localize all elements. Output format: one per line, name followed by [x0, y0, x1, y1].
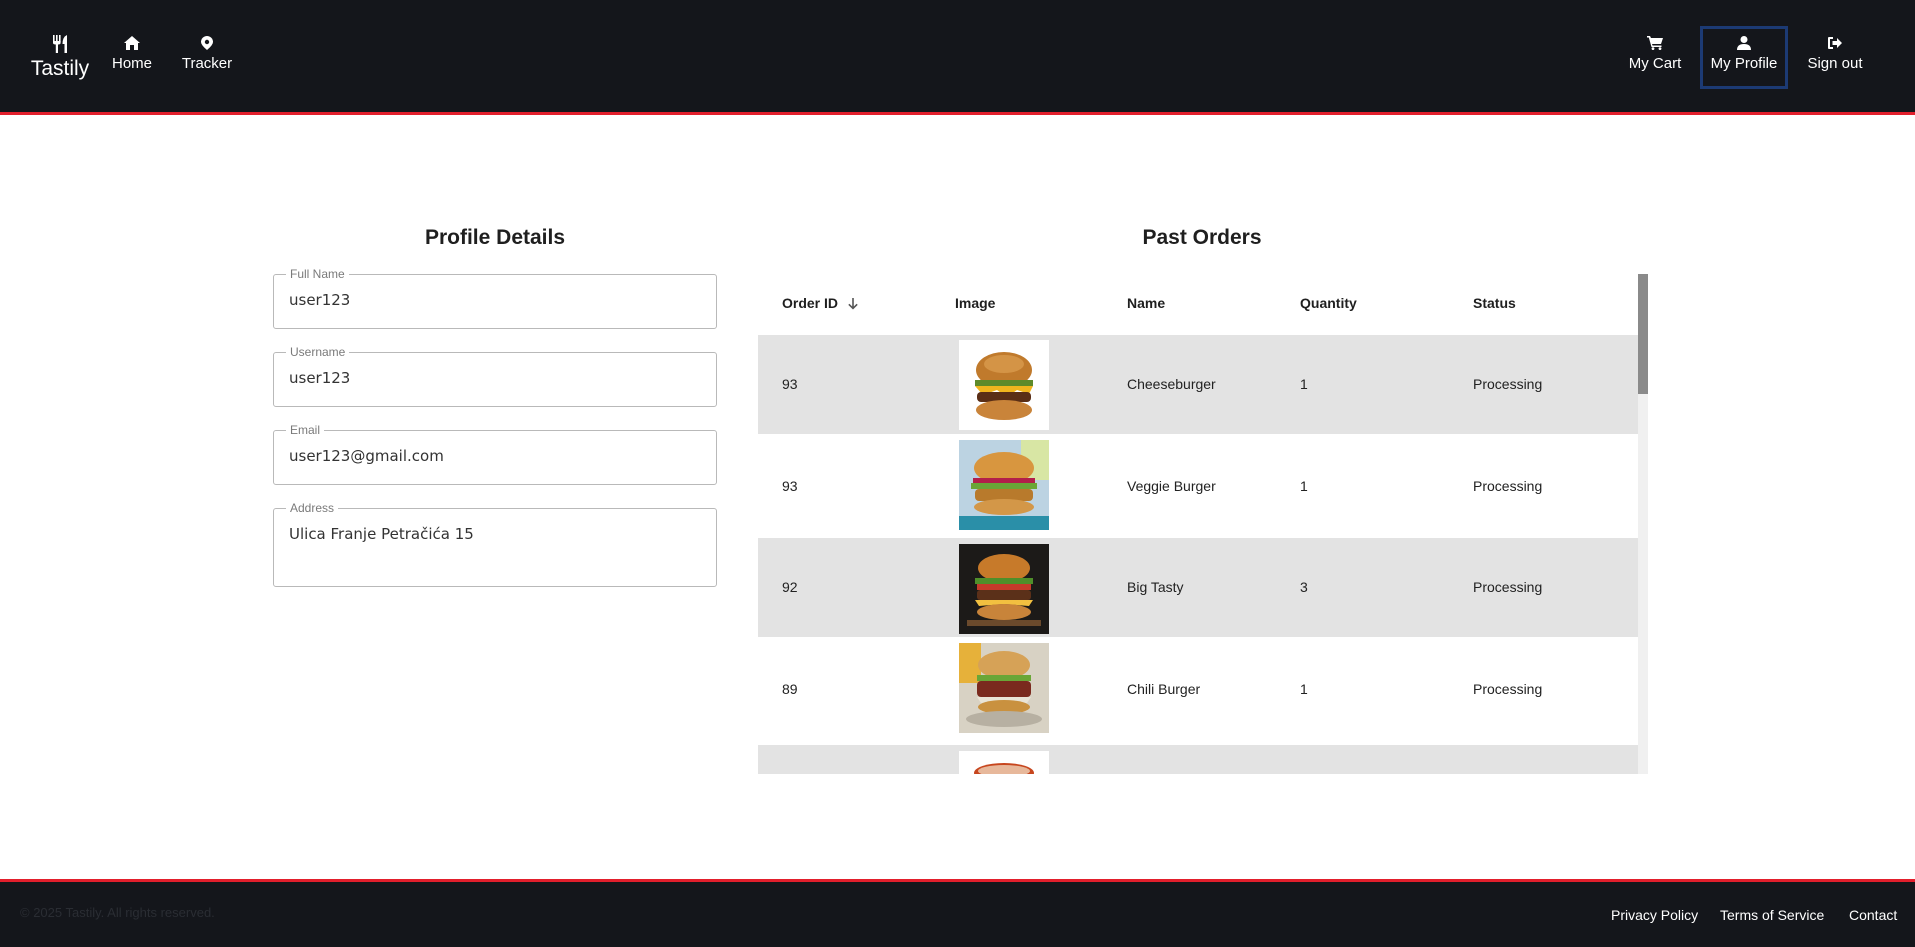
- chili-burger-image: [959, 643, 1049, 733]
- table-row[interactable]: [758, 745, 1638, 774]
- fork-knife-icon: [28, 34, 92, 54]
- terms-of-service-link[interactable]: Terms of Service: [1720, 907, 1824, 923]
- cheeseburger-image: [959, 340, 1049, 430]
- table-row[interactable]: 89 Chili Burger 1 Processing: [758, 637, 1638, 741]
- brand-name: Tastily: [30, 57, 90, 80]
- column-order-id[interactable]: Order ID: [782, 295, 858, 313]
- username-field[interactable]: Username user123: [273, 345, 717, 407]
- order-id-cell: 93: [782, 478, 798, 494]
- full-name-label: Full Name: [286, 267, 349, 281]
- column-order-id-label: Order ID: [782, 295, 839, 311]
- quantity-cell: 1: [1300, 376, 1308, 392]
- username-label: Username: [286, 345, 350, 359]
- home-icon: [108, 36, 156, 50]
- nav-sign-out[interactable]: Sign out: [1805, 36, 1865, 76]
- profile-details-title: Profile Details: [424, 226, 566, 249]
- nav-tracker[interactable]: Tracker: [180, 36, 234, 76]
- status-cell: Processing: [1473, 681, 1543, 697]
- order-id-cell: 93: [782, 376, 798, 392]
- cart-icon: [1627, 36, 1683, 50]
- user-icon: [1703, 36, 1785, 50]
- column-status: Status: [1473, 295, 1516, 311]
- quantity-cell: 1: [1300, 478, 1308, 494]
- column-quantity: Quantity: [1300, 295, 1357, 311]
- arrow-down-icon: [848, 297, 858, 313]
- contact-link[interactable]: Contact: [1849, 907, 1897, 923]
- sign-out-icon: [1805, 36, 1865, 50]
- email-value[interactable]: user123@gmail.com: [289, 447, 444, 465]
- footer: © 2025 Tastily. All rights reserved. Pri…: [0, 879, 1915, 947]
- table-scrollbar-thumb[interactable]: [1638, 274, 1648, 394]
- status-cell: Processing: [1473, 478, 1543, 494]
- status-cell: Processing: [1473, 376, 1543, 392]
- order-id-cell: 89: [782, 681, 798, 697]
- privacy-policy-link[interactable]: Privacy Policy: [1611, 907, 1698, 923]
- column-name: Name: [1127, 295, 1166, 311]
- orders-table: Order ID Image Name Quantity Status 93 C…: [758, 274, 1648, 774]
- big-tasty-image: [959, 544, 1049, 634]
- partial-order-image: [959, 751, 1049, 774]
- table-row[interactable]: 92 Big Tasty 3 Processing: [758, 538, 1638, 637]
- table-row[interactable]: 93 Cheeseburger 1 Processing: [758, 335, 1638, 434]
- email-label: Email: [286, 423, 325, 437]
- item-name-cell: Chili Burger: [1127, 681, 1201, 697]
- veggie-burger-image: [959, 440, 1049, 530]
- nav-sign-out-label: Sign out: [1807, 55, 1863, 72]
- nav-tracker-label: Tracker: [181, 55, 233, 72]
- nav-my-profile-label: My Profile: [1710, 55, 1778, 72]
- nav-home[interactable]: Home: [108, 36, 156, 76]
- full-name-value[interactable]: user123: [289, 291, 350, 309]
- address-field[interactable]: Address Ulica Franje Petračića 15: [273, 501, 717, 587]
- nav-my-cart-label: My Cart: [1628, 55, 1682, 72]
- copyright-text: © 2025 Tastily. All rights reserved.: [20, 905, 215, 920]
- table-row[interactable]: 93 Veggie Burger 1 Processing: [758, 434, 1638, 538]
- nav-my-profile[interactable]: My Profile: [1700, 26, 1788, 89]
- status-cell: Processing: [1473, 579, 1543, 595]
- quantity-cell: 3: [1300, 579, 1308, 595]
- item-name-cell: Veggie Burger: [1127, 478, 1216, 494]
- past-orders-title: Past Orders: [1142, 226, 1262, 249]
- item-name-cell: Cheeseburger: [1127, 376, 1216, 392]
- nav-my-cart[interactable]: My Cart: [1627, 36, 1683, 76]
- column-image: Image: [955, 295, 996, 311]
- order-id-cell: 92: [782, 579, 798, 595]
- brand-logo[interactable]: Tastily: [28, 34, 92, 81]
- email-field[interactable]: Email user123@gmail.com: [273, 423, 717, 485]
- nav-home-label: Home: [111, 55, 152, 72]
- item-name-cell: Big Tasty: [1127, 579, 1184, 595]
- username-value[interactable]: user123: [289, 369, 350, 387]
- map-pin-icon: [180, 36, 234, 50]
- address-value[interactable]: Ulica Franje Petračića 15: [289, 525, 474, 543]
- table-header: Order ID Image Name Quantity Status: [758, 274, 1638, 334]
- top-navbar: Tastily Home Tracker My Cart My Profile …: [0, 0, 1915, 115]
- full-name-field[interactable]: Full Name user123: [273, 267, 717, 329]
- address-label: Address: [286, 501, 339, 515]
- quantity-cell: 1: [1300, 681, 1308, 697]
